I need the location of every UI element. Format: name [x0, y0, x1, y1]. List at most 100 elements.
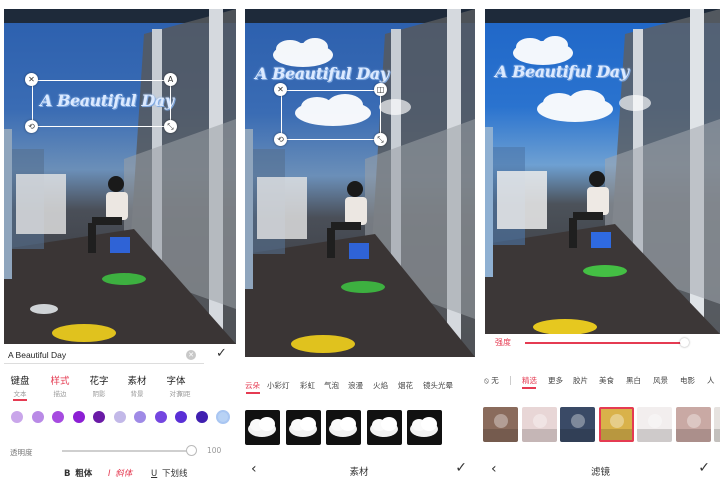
tab-material[interactable]: 素材 背景 [117, 373, 157, 398]
material-category[interactable]: 彩虹 [300, 380, 315, 391]
tab-spacing[interactable]: 间距 [164, 383, 204, 398]
material-category[interactable]: 浪漫 [348, 380, 363, 391]
checkmark-icon[interactable]: ✓ [698, 460, 710, 476]
cloud-material-thumb[interactable] [407, 410, 442, 445]
underline-button[interactable]: U 下划线 [151, 467, 189, 479]
material-category[interactable]: 镜头光晕 [423, 380, 453, 391]
cloud-material-thumb[interactable] [245, 410, 280, 445]
color-swatch[interactable] [175, 411, 187, 423]
close-icon[interactable]: ✕ [274, 83, 287, 96]
active-tab-indicator [13, 399, 27, 401]
intensity-slider[interactable] [525, 338, 689, 347]
color-swatch[interactable] [195, 411, 208, 423]
material-category-row: 云朵 小彩灯 彩虹 气泡 浪漫 火焰 烟花 镜头光晕 [241, 380, 477, 394]
bold-icon: B [64, 469, 71, 479]
cloud-shape [410, 417, 438, 437]
tab-label: 花字 [89, 376, 109, 387]
tab-fancy-text[interactable]: 花字 阴影 [79, 373, 119, 398]
filter-category[interactable]: 人 [707, 375, 715, 386]
clear-icon[interactable]: ✕ [186, 350, 196, 360]
mirror-icon[interactable]: ◫ [374, 83, 387, 96]
filter-category[interactable]: 黑白 [626, 375, 641, 386]
filter-category[interactable]: 电影 [680, 375, 695, 386]
material-category[interactable]: 云朵 [245, 380, 260, 391]
tab-label: 键盘 [10, 376, 30, 387]
material-category[interactable]: 小彩灯 [267, 380, 290, 391]
filter-category-list: 精选 更多 胶片 美食 黑白 风景 电影 人 [481, 375, 720, 389]
opacity-slider-knob[interactable] [186, 445, 197, 456]
material-category[interactable]: 气泡 [324, 380, 339, 391]
cloud-shape [369, 417, 398, 437]
cloud-material-thumb[interactable] [366, 410, 402, 445]
text-input-field[interactable]: A Beautiful Day [4, 346, 204, 364]
font-icon[interactable]: A [164, 73, 177, 86]
color-swatch[interactable] [93, 411, 105, 423]
tab-sub-label: 描边 [53, 390, 67, 398]
opacity-label: 透明度 [10, 448, 33, 457]
filter-category[interactable]: 风景 [653, 375, 668, 386]
text-selection-box[interactable] [32, 80, 171, 127]
tab-label: 素材 [127, 376, 147, 387]
filter-preview-thumb[interactable] [598, 407, 634, 442]
overlay-title-text: A Beautiful Day [255, 64, 389, 83]
material-screen: A Beautiful Day ✕ ◫ ⟲ ⤡ 云朵 小彩灯 彩虹 气泡 浪漫 火焰 烟花镜… [241, 0, 477, 485]
material-selection-box[interactable] [281, 90, 381, 140]
active-category-indicator [522, 387, 536, 389]
color-swatch[interactable] [52, 411, 64, 423]
underline-icon: U [151, 469, 158, 479]
intensity-label: 强度 [495, 338, 511, 347]
tab-sub-label: 背景 [130, 390, 144, 398]
tab-sub-label: 文本 [13, 390, 27, 398]
text-editor-screen: A Beautiful Day ✕ A ⟲ ⤡ A Beautiful Day … [0, 0, 238, 485]
bold-button[interactable]: B 粗体 [64, 467, 94, 479]
bottom-action-bar: ‹ 素材 ✓ [241, 458, 477, 482]
filter-preview-thumb[interactable] [560, 407, 595, 442]
color-swatch[interactable] [72, 411, 85, 423]
opacity-slider[interactable] [62, 445, 197, 456]
filter-preview-thumb[interactable] [675, 407, 711, 442]
style-tab-row: 键盘 文本 样式 描边 花字 阴影 素材 背景 字体 对齐 间距 [0, 373, 238, 401]
filter-category[interactable]: 精选 [522, 375, 537, 386]
filter-category[interactable]: 胶片 [573, 375, 588, 386]
italic-button[interactable]: I 斜体 [108, 467, 134, 479]
rotate-icon[interactable]: ⟲ [274, 133, 287, 146]
filter-preview-thumb[interactable] [521, 407, 557, 442]
cloud-material-thumb[interactable] [326, 410, 361, 445]
resize-icon[interactable]: ⤡ [164, 120, 177, 133]
cloud-material-thumb[interactable] [285, 410, 321, 445]
text-input-row: A Beautiful Day ✕ ✓ [0, 346, 238, 366]
tab-sub-label: 阴影 [92, 390, 106, 398]
filter-category[interactable]: 美食 [599, 375, 614, 386]
intensity-slider-knob[interactable] [680, 338, 689, 347]
photo-scene [245, 9, 475, 357]
color-swatch[interactable] [31, 411, 44, 423]
photo-preview: A Beautiful Day ✕ A ⟲ ⤡ [4, 9, 236, 344]
tab-style[interactable]: 样式 描边 [40, 373, 80, 398]
tab-keyboard[interactable]: 键盘 文本 [0, 373, 40, 398]
tab-label: 样式 [50, 376, 70, 387]
color-swatch[interactable] [113, 411, 126, 423]
photo-preview: A Beautiful Day [485, 9, 720, 334]
color-swatch[interactable] [134, 411, 146, 423]
thumb-art [521, 414, 557, 442]
filter-category[interactable]: 更多 [548, 375, 563, 386]
cloud-shape [288, 417, 317, 437]
cloud-shape [329, 417, 357, 437]
color-swatch[interactable] [216, 410, 230, 424]
resize-icon[interactable]: ⤡ [374, 133, 387, 146]
filter-preview-thumb[interactable] [714, 407, 720, 442]
photo-scene [4, 9, 236, 344]
tab-sub-label: 间距 [177, 390, 191, 398]
color-swatch[interactable] [154, 411, 167, 423]
rotate-icon[interactable]: ⟲ [25, 120, 38, 133]
checkmark-icon[interactable]: ✓ [216, 346, 227, 361]
material-category[interactable]: 火焰 [373, 380, 388, 391]
filter-preview-thumb[interactable] [637, 407, 672, 442]
color-swatch[interactable] [11, 411, 23, 423]
material-category[interactable]: 烟花 [398, 380, 413, 391]
filter-preview-thumb[interactable] [483, 407, 518, 442]
bottom-action-bar: ‹ 滤镜 ✓ [481, 458, 720, 482]
close-icon[interactable]: ✕ [25, 73, 38, 86]
filter-screen: A Beautiful Day 强度 ⦸ 无 精选 更多 胶片 美食 黑白 风景 电影人 ‹… [481, 0, 720, 485]
checkmark-icon[interactable]: ✓ [455, 460, 467, 476]
